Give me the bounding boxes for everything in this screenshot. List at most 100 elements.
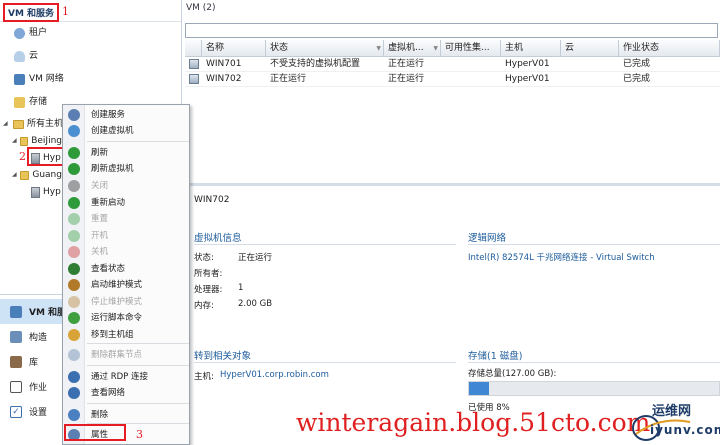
storage-total-label: 存储总量(127.00 GB): [468,369,557,379]
folder-icon [20,170,30,180]
menu-separator [87,141,189,142]
tree-group-beijing[interactable]: ◢ BeiJing [12,134,62,148]
menu-item-create-service[interactable]: 创建服务 [63,107,190,123]
tree-host-guangzhou[interactable]: Hyp [31,185,62,199]
tree-all-hosts[interactable]: ◢ 所有主机 [3,117,63,131]
nav-item-clouds[interactable]: 云 [14,48,38,64]
stop-maintenance-icon [68,296,80,308]
col-cloud[interactable]: 云 [561,40,619,56]
col-icon[interactable] [185,40,202,56]
menu-separator [87,403,189,404]
refresh-vm-icon [68,163,80,175]
menu-item-label: 创建虚拟机 [91,126,134,136]
menu-item-view-networking[interactable]: 查看网络 [63,385,190,401]
menu-item-label: 刷新 [91,148,109,158]
menu-item-run-script[interactable]: 运行脚本命令 [63,310,190,326]
menu-item-label: 刷新虚拟机 [91,164,134,174]
menu-item-label: 通过 RDP 连接 [91,372,148,382]
nav-item-storage[interactable]: 存储 [14,94,47,110]
start-maintenance-icon [68,279,80,291]
status-value: 正在运行 [238,253,273,263]
col-host[interactable]: 主机 [501,40,561,56]
related-objects-heading: 转到相关对象 [194,351,252,362]
menu-item-label: 重置 [91,214,109,224]
menu-item-connect-rdp[interactable]: 通过 RDP 连接 [63,369,190,385]
host-link[interactable]: HyperV01.corp.robin.com [220,370,329,380]
logo-line-2: iyunv.com [650,423,720,437]
memory-value: 2.00 GB [238,299,273,309]
menu-item-reset[interactable]: 重置 [63,211,190,227]
logo-line-1: 运维网 [652,404,692,419]
menu-item-delete[interactable]: 删除 [63,407,190,423]
main-pane: VM (2) 名称 状态 ▼ 虚拟机... ▼ 可用性集... 主机 云 作业状态 … [182,0,720,445]
table-row[interactable]: WIN702 正在运行 正在运行 HyperV01 已完成 [185,72,720,87]
col-job-status[interactable]: 作业状态 [619,40,720,56]
storage-usage-fill [469,382,489,395]
collapse-triangle-icon[interactable]: ◢ [12,134,17,148]
menu-item-label: 关闭 [91,181,109,191]
menu-item-shutdown[interactable]: 关闭 [63,178,190,194]
vm-grid: 名称 状态 ▼ 虚拟机... ▼ 可用性集... 主机 云 作业状态 WIN701 … [185,40,720,87]
library-icon [10,355,22,368]
menu-item-create-vm[interactable]: 创建虚拟机 [63,123,190,139]
menu-item-move-to-host-group[interactable]: 移到主机组 [63,327,190,343]
collapse-triangle-icon[interactable]: ◢ [3,117,10,131]
menu-item-restart[interactable]: 重新启动 [63,195,190,211]
storage-heading: 存储(1 磁盘) [468,351,523,362]
view-status-icon [68,263,80,275]
col-status[interactable]: 状态 ▼ [266,40,384,56]
run-script-icon [68,312,80,324]
menu-item-stop-maintenance[interactable]: 停止维护模式 [63,294,190,310]
menu-item-start-maintenance[interactable]: 启动维护模式 [63,277,190,293]
annotation-number-2: 2 [19,150,26,163]
nav-item-tenants[interactable]: 租户 [14,25,47,41]
cpu-value: 1 [238,283,244,293]
refresh-icon [68,147,80,159]
annotation-number-3: 3 [136,428,143,441]
menu-item-power-on[interactable]: 开机 [63,228,190,244]
menu-item-refresh-vms[interactable]: 刷新虚拟机 [63,161,190,177]
delete-icon [68,409,80,421]
col-name[interactable]: 名称 [202,40,266,56]
properties-highlight-box [64,424,126,441]
vm-icon [189,59,199,69]
remove-cluster-node-icon [68,349,80,361]
filter-arrow-icon[interactable]: ▼ [376,40,381,56]
divider [468,362,720,363]
create-vm-icon [68,125,80,137]
table-row[interactable]: WIN701 不受支持的虚拟机配置 正在运行 HyperV01 已完成 [185,57,720,72]
pane-splitter[interactable] [182,183,720,186]
divider [468,244,720,245]
vm-count-label: VM (2) [186,3,216,13]
grid-header: 名称 状态 ▼ 虚拟机... ▼ 可用性集... 主机 云 作业状态 [185,40,720,57]
power-off-icon [68,246,80,258]
menu-item-label: 创建服务 [91,110,126,120]
nav-item-vm-networks[interactable]: VM 网络 [14,71,64,87]
menu-separator [87,365,189,366]
network-icon [14,73,25,85]
search-input[interactable] [185,23,718,38]
power-on-icon [68,230,80,242]
menu-item-label: 查看状态 [91,264,126,274]
context-menu: 创建服务创建虚拟机刷新刷新虚拟机关闭重新启动重置开机 关机查看状态启动维护模式 停止… [62,104,190,445]
col-availability[interactable]: 可用性集... [441,40,501,56]
settings-check-icon: ✓ [10,405,22,418]
view-networking-icon [68,387,80,399]
menu-item-view-status[interactable]: 查看状态 [63,261,190,277]
menu-item-refresh[interactable]: 刷新 [63,145,190,161]
filter-arrow-icon[interactable]: ▼ [433,40,438,56]
memory-label: 内存: [194,301,214,311]
menu-item-power-off[interactable]: 关机 [63,244,190,260]
divider [194,244,456,245]
menu-item-remove-cluster-node[interactable]: 删除群集节点 [63,347,190,363]
host-server-icon [31,186,40,198]
collapse-triangle-icon[interactable]: ◢ [12,168,17,182]
jobs-icon [10,380,22,393]
tree-group-guangzhou[interactable]: ◢ Guang [12,168,62,182]
restart-icon [68,197,80,209]
navigation-header: VM 和服务 1 [0,0,181,22]
menu-item-label: 删除群集节点 [91,350,143,360]
network-adapter-link[interactable]: Intel(R) 82574L 千兆网络连接 - Virtual Switch [468,251,655,263]
storage-icon [14,96,25,108]
col-vm-status[interactable]: 虚拟机... ▼ [384,40,441,56]
